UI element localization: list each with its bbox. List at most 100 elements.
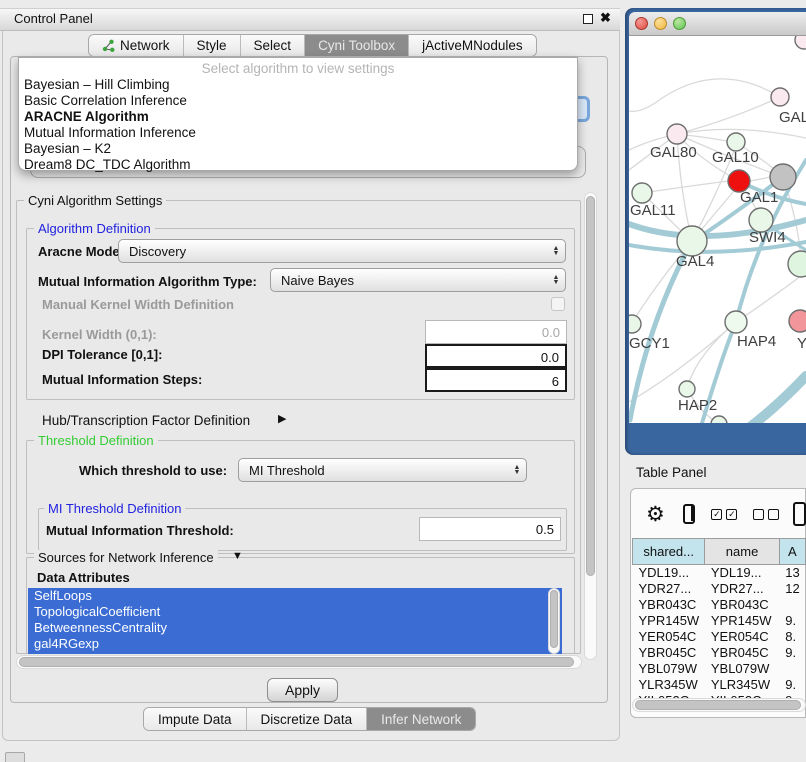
- table-toolbar: ⚙ ✓✓: [632, 492, 806, 536]
- which-threshold-label: Which threshold to use:: [79, 463, 227, 478]
- list-scrollbar-thumb[interactable]: [550, 590, 558, 648]
- node-gal80[interactable]: [667, 124, 687, 144]
- hide-selected-icon[interactable]: [753, 509, 779, 520]
- node-label: GAL10: [712, 149, 759, 166]
- node[interactable]: [788, 251, 806, 277]
- dropdown-item[interactable]: Bayesian – K2: [19, 141, 577, 157]
- mi-threshold-label: Mutual Information Threshold:: [46, 523, 234, 538]
- node-label: SWI4: [749, 229, 786, 246]
- table-row[interactable]: YER054CYER054C8.: [633, 629, 806, 645]
- dropdown-prompt: Select algorithm to view settings: [19, 58, 577, 77]
- tab-select[interactable]: Select: [241, 35, 306, 56]
- kernel-width-label: Kernel Width (0,1):: [42, 327, 157, 342]
- table-row[interactable]: YBL079WYBL079W: [633, 661, 806, 677]
- list-item[interactable]: BetweennessCentrality: [28, 620, 562, 636]
- column-header[interactable]: A: [779, 539, 805, 565]
- tab-cyni-toolbox[interactable]: Cyni Toolbox: [305, 35, 409, 56]
- stepper-arrows-icon: ▲▼: [547, 246, 565, 256]
- aracne-mode-combo[interactable]: Discovery ▲▼: [118, 239, 566, 263]
- network-graph: GAL GAL80 GAL10 GAL1 GAL11 SWI4 GAL4 GCY…: [629, 36, 806, 423]
- manual-kernel-label: Manual Kernel Width Definition: [42, 297, 234, 312]
- dropdown-item[interactable]: Dream8 DC_TDC Algorithm: [19, 157, 577, 173]
- function-builder-icon[interactable]: [793, 502, 806, 526]
- threshold-definition-title: Threshold Definition: [34, 433, 158, 448]
- node-label: HAP4: [737, 333, 776, 350]
- table-row[interactable]: YLR345WYLR345W9.: [633, 677, 806, 693]
- aracne-mode-label: Aracne Mode:: [38, 244, 124, 259]
- node-y-partial[interactable]: [789, 310, 806, 332]
- table-row[interactable]: YBR045CYBR045C9.: [633, 645, 806, 661]
- dpi-tolerance-field[interactable]: 0.0: [425, 344, 567, 368]
- node[interactable]: [795, 36, 806, 49]
- mi-algorithm-type-combo[interactable]: Naive Bayes ▲▼: [270, 268, 566, 292]
- table-row[interactable]: YDR27...YDR27...12: [633, 581, 806, 597]
- node[interactable]: [711, 416, 727, 423]
- zoom-traffic-icon[interactable]: [673, 17, 686, 30]
- hub-definition-label[interactable]: Hub/Transcription Factor Definition: [42, 413, 250, 428]
- network-canvas[interactable]: GAL GAL80 GAL10 GAL1 GAL11 SWI4 GAL4 GCY…: [629, 36, 806, 423]
- node-hap2[interactable]: [679, 381, 695, 397]
- node-label: GAL11: [630, 202, 676, 219]
- tab-style[interactable]: Style: [184, 35, 241, 56]
- tab-impute-data[interactable]: Impute Data: [144, 708, 247, 730]
- list-item[interactable]: gal4RGexp: [28, 636, 562, 652]
- manual-kernel-checkbox[interactable]: [551, 297, 565, 311]
- column-header[interactable]: name: [705, 539, 779, 565]
- table-row[interactable]: YPR145WYPR145W9.: [633, 613, 806, 629]
- node-gcy1[interactable]: [629, 315, 641, 333]
- tab-network[interactable]: Network: [89, 35, 184, 56]
- node-gal-partial[interactable]: [771, 88, 789, 106]
- dropdown-item-selected[interactable]: ARACNE Algorithm: [19, 109, 577, 125]
- table-row[interactable]: YDL19...YDL19...13: [633, 565, 806, 581]
- node-gray[interactable]: [770, 164, 796, 190]
- kernel-width-field[interactable]: 0.0: [425, 320, 567, 344]
- table-row[interactable]: YBR043CYBR043C: [633, 597, 806, 613]
- panel-handle-button[interactable]: [5, 752, 25, 762]
- node-label: GAL1: [740, 189, 778, 206]
- gear-icon[interactable]: ⚙: [646, 502, 665, 527]
- list-item[interactable]: TopologicalCoefficient: [28, 604, 562, 620]
- mi-threshold-field[interactable]: 0.5: [419, 517, 561, 541]
- node-table: shared... name A YDL19...YDL19...13 YDR2…: [632, 538, 806, 709]
- node-label: GAL: [779, 109, 806, 126]
- minimize-traffic-icon[interactable]: [654, 17, 667, 30]
- column-header[interactable]: shared...: [633, 539, 705, 565]
- data-attributes-list: SelfLoops TopologicalCoefficient Between…: [28, 588, 562, 654]
- stepper-arrows-icon: ▲▼: [508, 465, 526, 475]
- settings-hscrollbar-thumb[interactable]: [19, 657, 574, 667]
- node-hap4[interactable]: [725, 311, 747, 333]
- node-gal4[interactable]: [677, 226, 707, 256]
- mi-steps-field[interactable]: 6: [425, 368, 567, 392]
- settings-group-title: Cyni Algorithm Settings: [24, 193, 166, 208]
- show-selected-icon[interactable]: ✓✓: [711, 509, 737, 520]
- node-label: GCY1: [629, 335, 670, 352]
- table-header-row: shared... name A: [633, 539, 806, 565]
- dropdown-item[interactable]: Basic Correlation Inference: [19, 93, 577, 109]
- network-icon: [102, 39, 115, 52]
- mi-steps-label: Mutual Information Steps:: [42, 372, 202, 387]
- dropdown-item[interactable]: Mutual Information Inference: [19, 125, 577, 141]
- settings-vscrollbar-thumb[interactable]: [586, 196, 595, 576]
- tab-infer-network[interactable]: Infer Network: [367, 708, 475, 730]
- node-label: Y: [797, 335, 806, 352]
- mi-threshold-group-title: MI Threshold Definition: [44, 501, 185, 516]
- network-window-titlebar: [629, 12, 806, 36]
- close-icon[interactable]: ✖: [600, 10, 611, 26]
- node-label: HAP2: [678, 397, 717, 414]
- tab-discretize-data[interactable]: Discretize Data: [247, 708, 368, 730]
- tab-jactivemnodules[interactable]: jActiveMNodules: [409, 35, 536, 56]
- dropdown-item[interactable]: Bayesian – Hill Climbing: [19, 77, 577, 93]
- columns-icon[interactable]: [683, 504, 696, 524]
- which-threshold-combo[interactable]: MI Threshold ▲▼: [238, 458, 527, 482]
- hub-expand-icon[interactable]: ▶: [278, 412, 286, 425]
- apply-button[interactable]: Apply: [267, 678, 338, 702]
- mi-type-label: Mutual Information Algorithm Type:: [38, 274, 257, 289]
- dpi-tolerance-label: DPI Tolerance [0,1]:: [42, 347, 162, 362]
- table-hscrollbar-thumb[interactable]: [635, 700, 801, 710]
- node-gal11[interactable]: [632, 183, 652, 203]
- close-traffic-icon[interactable]: [635, 17, 648, 30]
- top-tabbar: Network Style Select Cyni Toolbox jActiv…: [88, 34, 537, 57]
- sources-collapse-icon[interactable]: ▼: [232, 550, 243, 562]
- float-window-icon[interactable]: [583, 14, 593, 24]
- list-item[interactable]: SelfLoops: [28, 588, 562, 604]
